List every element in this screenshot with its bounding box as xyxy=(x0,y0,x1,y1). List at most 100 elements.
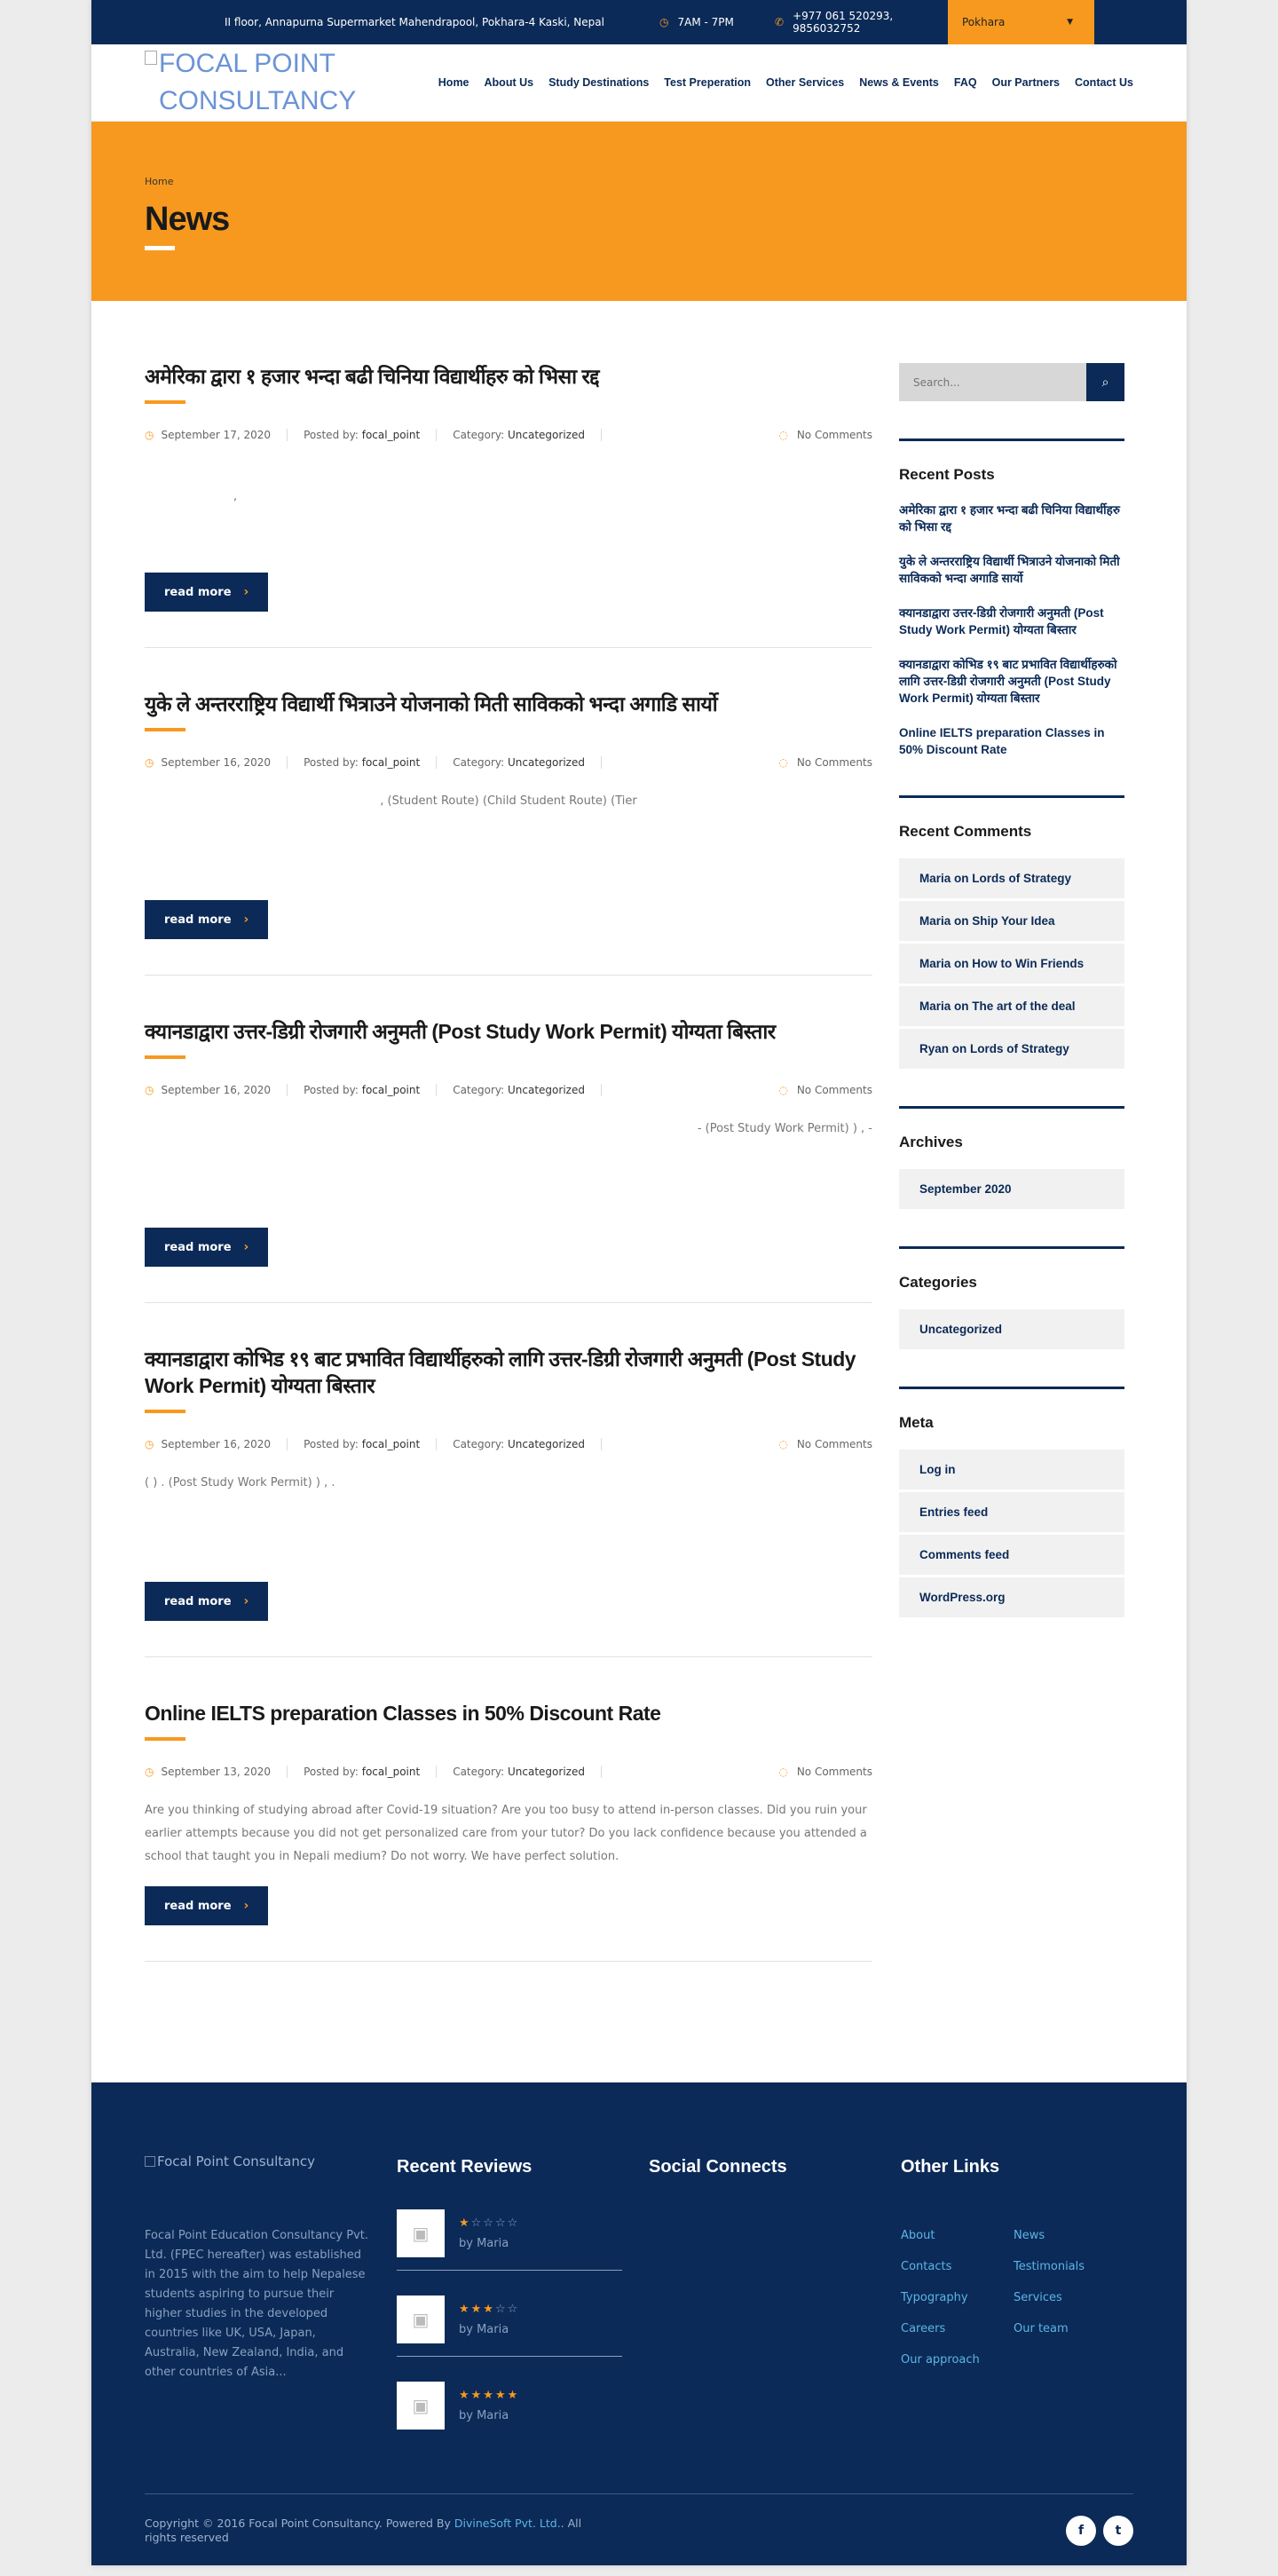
chevron-right-icon: › xyxy=(243,1899,249,1913)
footer-link-contacts[interactable]: Contacts xyxy=(901,2260,1014,2273)
recent-post-link[interactable]: क्यानडाद्वारा कोभिड १९ बाट प्रभावित विद्… xyxy=(899,656,1124,707)
post-title[interactable]: क्यानडाद्वारा उत्तर-डिग्री रोजगारी अनुमत… xyxy=(145,1020,776,1043)
footer-link-news[interactable]: News xyxy=(1014,2229,1126,2242)
post-author[interactable]: focal_point xyxy=(362,1438,420,1450)
footer-link-our-approach[interactable]: Our approach xyxy=(901,2353,1014,2367)
calendar-icon: ◷ xyxy=(145,1084,154,1096)
footer-link-about[interactable]: About xyxy=(901,2229,1014,2242)
site-footer: Focal Point Consultancy Focal Point Educ… xyxy=(91,2082,1187,2565)
post-author[interactable]: focal_point xyxy=(362,756,420,769)
nav-study-destinations[interactable]: Study Destinations xyxy=(548,76,649,89)
post-category[interactable]: Uncategorized xyxy=(508,1766,585,1778)
post-title[interactable]: Online IELTS preparation Classes in 50% … xyxy=(145,1702,661,1725)
comment-icon: ◌ xyxy=(778,756,788,769)
review-item[interactable]: ▣ ★★★☆☆ by Maria xyxy=(397,2271,622,2357)
powered-by-link[interactable]: DivineSoft Pvt. Ltd. xyxy=(454,2517,561,2530)
post-category[interactable]: Uncategorized xyxy=(508,429,585,441)
meta-link-entries[interactable]: Entries feed xyxy=(899,1492,1124,1532)
nav-test-preperation[interactable]: Test Preperation xyxy=(664,76,751,89)
post-author[interactable]: focal_point xyxy=(362,429,420,441)
recent-post-link[interactable]: युके ले अन्तरराष्ट्रिय विद्यार्थी भित्रा… xyxy=(899,553,1124,587)
footer-link-our-team[interactable]: Our team xyxy=(1014,2322,1126,2335)
title-underline xyxy=(145,728,185,731)
recent-post-link[interactable]: अमेरिका द्वारा १ हजार भन्दा बढी चिनिया व… xyxy=(899,502,1124,535)
comment-icon: ◌ xyxy=(778,429,788,441)
recent-comment-link[interactable]: Maria on Lords of Strategy xyxy=(899,858,1124,898)
footer-logo: Focal Point Consultancy xyxy=(145,2153,370,2169)
category-label: Category: xyxy=(453,1084,505,1096)
branch-select[interactable]: Pokhara ▼ xyxy=(948,0,1094,44)
footer-about: Focal Point Consultancy Focal Point Educ… xyxy=(145,2153,370,2442)
archive-link[interactable]: September 2020 xyxy=(899,1169,1124,1209)
post-comments[interactable]: No Comments xyxy=(797,1438,872,1450)
chevron-right-icon: › xyxy=(243,1240,249,1254)
star-rating: ★★★★★ xyxy=(459,2389,520,2402)
read-more-button[interactable]: read more › xyxy=(145,1582,269,1621)
post-title[interactable]: युके ले अन्तरराष्ट्रिय विद्यार्थी भित्रा… xyxy=(145,692,718,715)
phone-text: +977 061 520293, 9856032752 xyxy=(793,10,894,35)
review-item[interactable]: ▣ ★☆☆☆☆ by Maria xyxy=(397,2177,622,2271)
broken-image-icon xyxy=(145,2156,155,2167)
nav-faq[interactable]: FAQ xyxy=(954,76,977,89)
read-more-button[interactable]: read more › xyxy=(145,1228,269,1267)
nav-news-events[interactable]: News & Events xyxy=(859,76,939,89)
comment-icon: ◌ xyxy=(778,1084,788,1096)
meta-widget: Meta Log in Entries feed Comments feed W… xyxy=(899,1387,1124,1617)
review-item[interactable]: ▣ ★★★★★ by Maria xyxy=(397,2357,622,2442)
footer-link-careers[interactable]: Careers xyxy=(901,2322,1014,2335)
nav-home[interactable]: Home xyxy=(438,76,469,89)
review-author: by Maria xyxy=(459,2409,509,2422)
meta-link-wordpress[interactable]: WordPress.org xyxy=(899,1577,1124,1617)
recent-comment-link[interactable]: Maria on Ship Your Idea xyxy=(899,901,1124,941)
twitter-icon[interactable]: t xyxy=(1103,2516,1133,2546)
post-category[interactable]: Uncategorized xyxy=(508,1084,585,1096)
title-underline xyxy=(145,1055,185,1059)
post-author[interactable]: focal_point xyxy=(362,1084,420,1096)
category-label: Category: xyxy=(453,756,505,769)
recent-comment-link[interactable]: Maria on How to Win Friends xyxy=(899,944,1124,984)
widget-title: Recent Posts xyxy=(899,466,995,483)
chevron-right-icon: › xyxy=(243,913,249,927)
post-comments[interactable]: No Comments xyxy=(797,1766,872,1778)
nav-other-services[interactable]: Other Services xyxy=(766,76,844,89)
breadcrumb-home[interactable]: Home xyxy=(145,176,173,187)
search-input[interactable] xyxy=(899,363,1086,401)
calendar-icon: ◷ xyxy=(145,1438,154,1450)
address-text: II floor, Annapurna Supermarket Mahendra… xyxy=(225,16,604,28)
nav-about-us[interactable]: About Us xyxy=(485,76,534,89)
nav-contact-us[interactable]: Contact Us xyxy=(1075,76,1133,89)
page: II floor, Annapurna Supermarket Mahendra… xyxy=(91,0,1187,2565)
read-more-button[interactable]: read more › xyxy=(145,573,269,612)
read-more-button[interactable]: read more › xyxy=(145,1886,269,1925)
post-item: Online IELTS preparation Classes in 50% … xyxy=(145,1700,872,1962)
post-category[interactable]: Uncategorized xyxy=(508,756,585,769)
footer-links: Other Links About News Contacts Testimon… xyxy=(901,2153,1126,2442)
meta-link-comments[interactable]: Comments feed xyxy=(899,1535,1124,1575)
read-more-button[interactable]: read more › xyxy=(145,900,269,939)
recent-post-link[interactable]: Online IELTS preparation Classes in 50% … xyxy=(899,724,1124,758)
footer-link-typography[interactable]: Typography xyxy=(901,2291,1014,2304)
post-comments[interactable]: No Comments xyxy=(797,756,872,769)
post-title[interactable]: क्यानडाद्वारा कोभिड १९ बाट प्रभावित विद्… xyxy=(145,1347,856,1397)
post-item: युके ले अन्तरराष्ट्रिय विद्यार्थी भित्रा… xyxy=(145,691,872,976)
comment-icon: ◌ xyxy=(778,1766,788,1778)
site-logo[interactable]: FOCAL POINT CONSULTANCY xyxy=(145,45,402,120)
post-excerpt: , (Student Route) (Child Student Route) … xyxy=(380,794,637,808)
recent-comment-link[interactable]: Ryan on Lords of Strategy xyxy=(899,1029,1124,1069)
footer-link-testimonials[interactable]: Testimonials xyxy=(1014,2260,1126,2273)
search-button[interactable]: ⌕ xyxy=(1086,363,1124,401)
recent-post-link[interactable]: क्यानडाद्वारा उत्तर-डिग्री रोजगारी अनुमत… xyxy=(899,604,1124,638)
post-author[interactable]: focal_point xyxy=(362,1766,420,1778)
meta-link-login[interactable]: Log in xyxy=(899,1450,1124,1489)
post-category[interactable]: Uncategorized xyxy=(508,1438,585,1450)
nav-our-partners[interactable]: Our Partners xyxy=(992,76,1060,89)
post-title[interactable]: अमेरिका द्वारा १ हजार भन्दा बढी चिनिया व… xyxy=(145,365,600,388)
recent-comment-link[interactable]: Maria on The art of the deal xyxy=(899,986,1124,1026)
footer-link-services[interactable]: Services xyxy=(1014,2291,1126,2304)
category-link[interactable]: Uncategorized xyxy=(899,1309,1124,1349)
post-comments[interactable]: No Comments xyxy=(797,1084,872,1096)
facebook-icon[interactable]: f xyxy=(1066,2516,1096,2546)
post-comments[interactable]: No Comments xyxy=(797,429,872,441)
image-placeholder-icon: ▣ xyxy=(397,2382,445,2430)
footer-heading: Recent Reviews xyxy=(397,2157,532,2177)
